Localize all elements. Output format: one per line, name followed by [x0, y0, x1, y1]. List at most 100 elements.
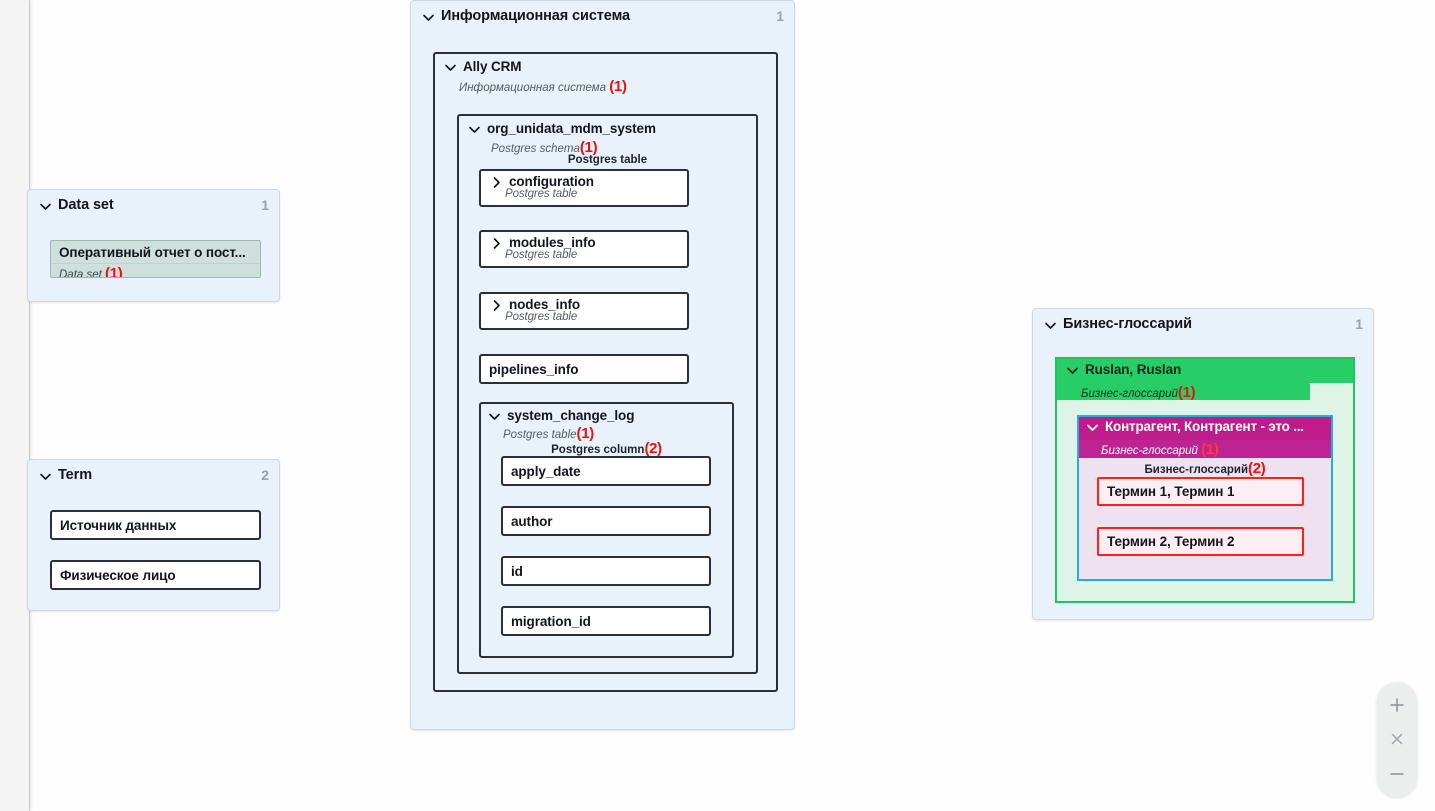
node-label: org_unidata_mdm_system — [487, 121, 656, 136]
glossary-term-label: Термин 2, Термин 2 — [1107, 534, 1235, 549]
node-table-configuration[interactable]: configuration Postgres table — [479, 169, 689, 207]
node-ally-crm-subtitle: Информационная система (1) — [459, 78, 627, 95]
node-type: Информационная система — [459, 82, 607, 94]
node-table-title: system_change_log — [487, 408, 634, 423]
node-column-label: id — [511, 563, 523, 579]
child-type-name: Postgres column — [551, 444, 645, 456]
glossary-term-item[interactable]: Термин 2, Термин 2 — [1097, 527, 1304, 556]
group-data-set-header: Data set 1 — [28, 190, 279, 213]
node-table-pipelines-info[interactable]: pipelines_info — [479, 354, 689, 384]
node-label: Ally CRM — [463, 59, 522, 74]
node-column[interactable]: author — [501, 506, 711, 536]
group-business-glossary-header: Бизнес-глоссарий 1 — [1033, 309, 1373, 332]
zoom-reset-button[interactable] — [1384, 726, 1410, 752]
node-count: (1) — [1177, 384, 1196, 401]
node-table-title: configuration — [489, 174, 687, 189]
group-term[interactable]: Term 2 Источник данных Физическое лицо — [27, 459, 280, 611]
group-title: Информационная система — [441, 8, 630, 24]
node-label: modules_info — [509, 235, 596, 250]
data-set-card-subtitle: Data set (1) — [51, 263, 260, 278]
zoom-in-button[interactable] — [1384, 692, 1410, 718]
node-label: pipelines_info — [489, 361, 579, 377]
node-column[interactable]: migration_id — [501, 606, 711, 636]
child-type-name: Бизнес-глоссарий — [1144, 464, 1249, 476]
node-type: Бизнес-глоссарий — [1081, 388, 1178, 400]
chevron-down-icon[interactable] — [1065, 363, 1080, 378]
chevron-right-icon[interactable] — [489, 298, 504, 313]
diagram-canvas[interactable]: Data set 1 Оперативный отчет о пост... D… — [0, 0, 1435, 811]
child-type-label: Бизнес-глоссарий(2) — [1079, 460, 1331, 477]
chevron-down-icon[interactable] — [421, 10, 436, 25]
node-label: Контрагент, Контрагент - это ... — [1105, 419, 1304, 434]
zoom-control[interactable] — [1377, 682, 1417, 797]
node-type: Бизнес-глоссарий — [1101, 445, 1198, 457]
data-set-card[interactable]: Оперативный отчет о пост... Data set (1) — [50, 240, 261, 278]
node-column-label: apply_date — [511, 463, 581, 479]
group-title: Бизнес-глоссарий — [1063, 316, 1192, 332]
node-table-title: modules_info — [489, 235, 687, 250]
node-table-subtitle: Postgres table — [505, 188, 578, 200]
node-label: nodes_info — [509, 297, 581, 312]
data-set-card-count: (1) — [105, 265, 123, 278]
chevron-down-icon[interactable] — [38, 199, 53, 214]
node-postgres-schema[interactable]: org_unidata_mdm_system Postgres schema(1… — [457, 114, 758, 674]
node-column-label: migration_id — [511, 613, 591, 629]
group-data-set[interactable]: Data set 1 Оперативный отчет о пост... D… — [27, 189, 280, 302]
data-set-card-type: Data set — [59, 269, 102, 278]
node-table-modules-info[interactable]: modules_info Postgres table — [479, 230, 689, 268]
node-table-title: nodes_info — [489, 297, 687, 312]
term-item-label: Источник данных — [60, 517, 177, 533]
chevron-down-icon[interactable] — [1085, 420, 1100, 435]
child-type-count: (2) — [644, 440, 662, 457]
child-type-label: Postgres table — [567, 154, 648, 166]
term-item[interactable]: Физическое лицо — [50, 560, 261, 590]
node-table-subtitle: Postgres table — [505, 249, 578, 261]
node-table-system-change-log[interactable]: system_change_log Postgres table(1) Post… — [479, 402, 734, 658]
chevron-down-icon[interactable] — [38, 469, 53, 484]
node-count: (1) — [1201, 441, 1219, 458]
group-count: 1 — [1355, 316, 1363, 332]
glossary-term-item[interactable]: Термин 1, Термин 1 — [1097, 477, 1304, 506]
node-count: (1) — [609, 78, 627, 95]
node-column-label: author — [511, 513, 553, 529]
node-column[interactable]: id — [501, 556, 711, 586]
node-column[interactable]: apply_date — [501, 456, 711, 486]
node-label: configuration — [509, 174, 594, 189]
group-information-system-header: Информационная система 1 — [411, 1, 794, 24]
chevron-down-icon[interactable] — [443, 60, 458, 75]
chevron-down-icon[interactable] — [467, 122, 482, 137]
chevron-down-icon[interactable] — [487, 409, 502, 424]
group-count: 1 — [261, 197, 269, 213]
term-item[interactable]: Источник данных — [50, 510, 261, 540]
group-count: 1 — [776, 8, 784, 24]
group-information-system[interactable]: Информационная система 1 Ally CRM Информ… — [410, 0, 795, 730]
data-set-card-title: Оперативный отчет о пост... — [59, 245, 246, 260]
group-title: Term — [58, 467, 92, 483]
group-count: 2 — [261, 467, 269, 483]
node-glossary-kontragent[interactable]: Контрагент, Контрагент - это ... Бизнес-… — [1077, 415, 1333, 581]
node-glossary-kontragent-title: Контрагент, Контрагент - это ... — [1085, 419, 1304, 434]
node-glossary-ruslan[interactable]: Ruslan, Ruslan Бизнес-глоссарий(1) Контр… — [1055, 357, 1355, 603]
group-title: Data set — [58, 197, 114, 213]
node-glossary-ruslan-subtitle: Бизнес-глоссарий(1) — [1081, 384, 1196, 401]
zoom-out-button[interactable] — [1384, 761, 1410, 787]
node-table-nodes-info[interactable]: nodes_info Postgres table — [479, 292, 689, 330]
glossary-term-label: Термин 1, Термин 1 — [1107, 484, 1235, 499]
chevron-down-icon[interactable] — [1043, 318, 1058, 333]
node-schema-title: org_unidata_mdm_system — [467, 121, 656, 136]
child-type-label: Postgres column(2) — [481, 440, 732, 457]
node-label: system_change_log — [507, 408, 635, 423]
node-glossary-kontragent-subtitle: Бизнес-глоссарий (1) — [1101, 441, 1219, 458]
node-ally-crm[interactable]: Ally CRM Информационная система (1) org_… — [433, 52, 778, 692]
node-glossary-ruslan-title: Ruslan, Ruslan — [1065, 362, 1181, 377]
node-ally-crm-title: Ally CRM — [443, 59, 522, 75]
node-table-subtitle: Postgres table — [505, 311, 578, 323]
group-term-header: Term 2 — [28, 460, 279, 483]
chevron-right-icon[interactable] — [489, 175, 504, 190]
group-business-glossary[interactable]: Бизнес-глоссарий 1 Ruslan, Ruslan Бизнес… — [1032, 308, 1374, 620]
child-type-count: (2) — [1248, 460, 1266, 477]
left-panel-edge — [0, 0, 30, 811]
chevron-right-icon[interactable] — [489, 236, 504, 251]
node-label: Ruslan, Ruslan — [1085, 362, 1182, 377]
term-item-label: Физическое лицо — [60, 567, 176, 583]
